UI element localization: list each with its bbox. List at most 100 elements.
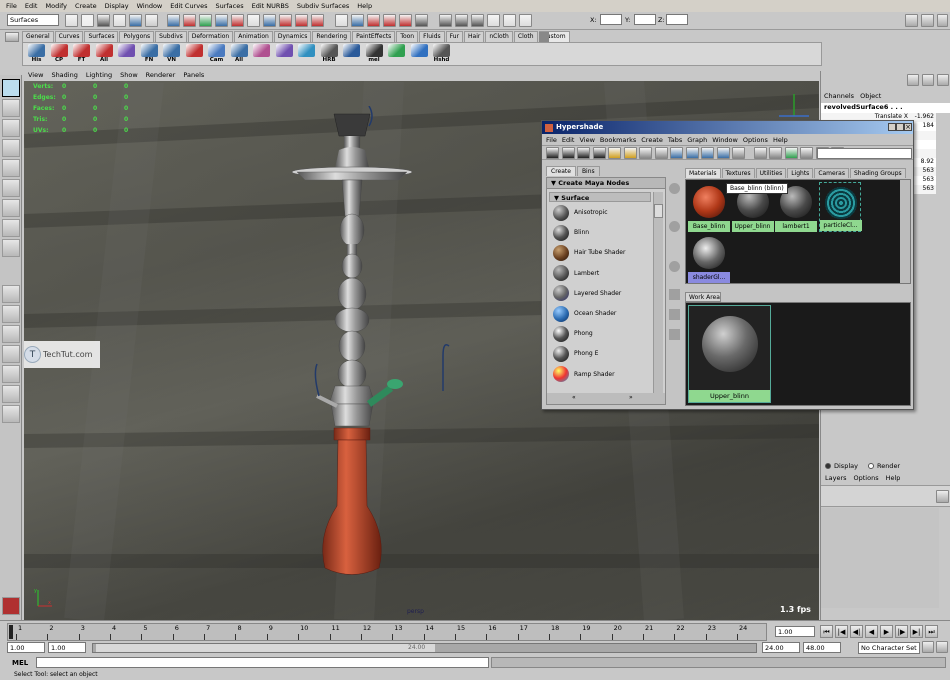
channel-menu-object[interactable]: Object: [860, 92, 881, 102]
materials-scrollbar[interactable]: [900, 180, 910, 283]
shelf-tab-fur[interactable]: Fur: [445, 31, 464, 42]
hypershade-menu-create[interactable]: Create: [641, 136, 663, 144]
side-icon-1[interactable]: [669, 183, 680, 194]
shelf-button-8[interactable]: [184, 44, 205, 65]
hypershade-filter-input[interactable]: [817, 148, 912, 159]
shelf-tab-cloth[interactable]: Cloth: [513, 31, 538, 42]
viewport-menu-renderer[interactable]: Renderer: [146, 71, 176, 81]
shelf-button-3[interactable]: FT: [71, 44, 92, 65]
shelf-button-15[interactable]: [341, 44, 362, 65]
hypershade-tab-utilities[interactable]: Utilities: [755, 168, 787, 178]
status-tool-10-icon[interactable]: [215, 14, 228, 27]
shelf-button-7[interactable]: VN: [161, 44, 182, 65]
status-tool-15-icon[interactable]: [295, 14, 308, 27]
minimize-button[interactable]: [888, 123, 896, 131]
channel-object-name[interactable]: revolvedSurface6 . . .: [821, 103, 950, 113]
menu-edit-nurbs[interactable]: Edit NURBS: [252, 2, 289, 10]
node-ocean-shader[interactable]: Ocean Shader: [553, 304, 616, 323]
node-blinn[interactable]: Blinn: [553, 223, 589, 242]
hypershade-tab-lights[interactable]: Lights: [787, 168, 814, 178]
shelf-button-17[interactable]: [386, 44, 407, 65]
node-phong-e[interactable]: Phong E: [553, 344, 598, 363]
hypershade-tool-1-icon[interactable]: [546, 147, 559, 159]
layout-render-icon[interactable]: [2, 405, 20, 423]
paint-select-tool-icon[interactable]: [2, 119, 20, 137]
shelf-button-10[interactable]: All: [229, 44, 250, 65]
node-phong[interactable]: Phong: [553, 324, 593, 343]
attribute-editor-toggle-icon[interactable]: [921, 14, 934, 27]
status-tool-16-icon[interactable]: [311, 14, 324, 27]
playback-button-2-icon[interactable]: |◀: [835, 625, 848, 638]
shelf-button-5[interactable]: [116, 44, 137, 65]
side-icon-4[interactable]: [669, 289, 680, 300]
range-bar[interactable]: 24.00: [92, 643, 757, 653]
time-slider[interactable]: 1 2 3 4 5 6 7 8 9 10 11 12 13 14 15 16 17 18 19 20 21 22 23 24 …: [0, 620, 950, 642]
status-tool-1-icon[interactable]: [65, 14, 78, 27]
status-tool-27-icon[interactable]: [503, 14, 516, 27]
hypershade-tool-14-icon[interactable]: [753, 147, 767, 159]
shelf-tab-curves[interactable]: Curves: [54, 31, 84, 42]
hypershade-menu-bookmarks[interactable]: Bookmarks: [600, 136, 636, 144]
playback-button-7-icon[interactable]: ▶|: [910, 625, 923, 638]
status-tool-22-icon[interactable]: [415, 14, 428, 27]
hypershade-tab-materials[interactable]: Materials: [685, 168, 721, 178]
channel-value[interactable]: 8.92: [921, 158, 934, 165]
y-input[interactable]: [634, 14, 656, 25]
status-tool-13-icon[interactable]: [263, 14, 276, 27]
channel-value[interactable]: 563: [923, 176, 934, 183]
playback-button-5-icon[interactable]: ▶: [880, 625, 893, 638]
menu-edit-curves[interactable]: Edit Curves: [170, 2, 207, 10]
close-button[interactable]: ×: [904, 123, 912, 131]
status-tool-20-icon[interactable]: [383, 14, 396, 27]
hypershade-tab-textures[interactable]: Textures: [721, 168, 755, 178]
surface-section-header[interactable]: ▼ Surface: [549, 192, 651, 202]
channel-toggle-icon[interactable]: [907, 74, 919, 86]
hypershade-tool-17-icon[interactable]: [800, 147, 813, 159]
shelf-trash-icon[interactable]: [539, 32, 549, 42]
shelf-tab-subdivs[interactable]: Subdivs: [155, 31, 187, 42]
status-tool-25-icon[interactable]: [471, 14, 484, 27]
hypershade-tool-8-icon[interactable]: [654, 147, 668, 159]
shelf-tab-painteffects[interactable]: PaintEffects: [352, 31, 396, 42]
work-area-panel[interactable]: Upper_blinn: [685, 302, 911, 406]
hypershade-tool-13-icon[interactable]: [732, 147, 745, 159]
side-icon-2[interactable]: [669, 221, 680, 232]
hypershade-menu-graph[interactable]: Graph: [687, 136, 707, 144]
channel-value[interactable]: 563: [923, 185, 934, 192]
node-layered-shader[interactable]: Layered Shader: [553, 284, 621, 303]
layout-four-icon[interactable]: [2, 305, 20, 323]
menu-subdiv-surfaces[interactable]: Subdiv Surfaces: [297, 2, 349, 10]
create-maya-nodes-header[interactable]: ▼ Create Maya Nodes: [547, 178, 665, 189]
layer-menu-layers[interactable]: Layers: [825, 474, 847, 484]
current-time-marker[interactable]: [9, 625, 13, 639]
status-tool-18-icon[interactable]: [351, 14, 364, 27]
shelf-button-16[interactable]: mel: [364, 44, 385, 65]
node-anisotropic[interactable]: Anisotropic: [553, 203, 608, 222]
channel-value[interactable]: 563: [923, 167, 934, 174]
x-input[interactable]: [600, 14, 622, 25]
layer-menu-help[interactable]: Help: [886, 474, 901, 484]
anim-end-input[interactable]: 48.00: [803, 642, 841, 653]
menu-edit[interactable]: Edit: [25, 2, 38, 10]
hypershade-menu-window[interactable]: Window: [712, 136, 738, 144]
layer-tab-display[interactable]: Display: [825, 462, 858, 470]
menu-surfaces[interactable]: Surfaces: [215, 2, 243, 10]
node-list-scroll-thumb[interactable]: [654, 204, 663, 218]
start-time-input[interactable]: 1.00: [7, 642, 45, 653]
viewport-menu-lighting[interactable]: Lighting: [86, 71, 112, 81]
hypershade-tool-16-icon[interactable]: [784, 147, 798, 159]
scale-tool-icon[interactable]: [2, 179, 20, 197]
status-tool-3-icon[interactable]: [97, 14, 110, 27]
maximize-button[interactable]: [896, 123, 904, 131]
shelf-button-19[interactable]: Hshd: [431, 44, 452, 65]
menu-create[interactable]: Create: [75, 2, 97, 10]
shelf-button-6[interactable]: FN: [139, 44, 160, 65]
side-icon-5[interactable]: [669, 309, 680, 320]
hypershade-tab-create[interactable]: Create: [546, 166, 576, 176]
hypershade-tool-12-icon[interactable]: [716, 147, 730, 159]
viewport-menu-panels[interactable]: Panels: [183, 71, 204, 81]
shelf-tab-general[interactable]: General: [22, 31, 54, 42]
shelf-button-11[interactable]: [251, 44, 272, 65]
tool-settings-toggle-icon[interactable]: [937, 14, 948, 27]
viewport-menu-show[interactable]: Show: [120, 71, 138, 81]
